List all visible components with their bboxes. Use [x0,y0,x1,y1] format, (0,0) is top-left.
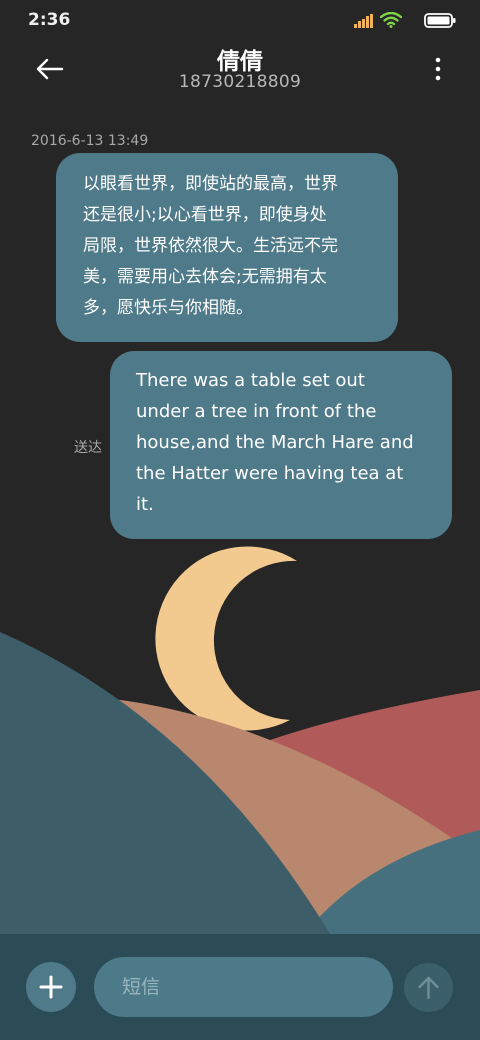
wifi-icon [380,12,402,28]
delivery-status: 送达 [74,440,102,456]
battery-icon [424,13,456,28]
status-time: 2:36 [28,10,71,30]
message-line: 美，需要用心去体会;无需拥有太 [83,267,327,287]
received-message-bubble[interactable]: 以眼看世界，即使站的最高，世界 还是很小;以心看世界，即使身处 局限，世界依然很… [56,153,398,342]
sent-message-bubble[interactable]: There was a table set out under a tree i… [110,351,452,539]
moon-shape [155,546,297,731]
message-line: 局限，世界依然很大。生活远不完 [83,236,338,256]
contact-name: 倩倩 [217,49,263,75]
add-attachment-button[interactable] [26,962,76,1012]
message-timestamp: 2016-6-13 13:49 [31,133,149,149]
status-bar: 2:36 [0,0,480,40]
message-line: 多，愿快乐与你相随。 [83,298,253,318]
message-line: 以眼看世界，即使站的最高，世界 [83,174,338,194]
message-line: the Hatter were having tea at [136,463,404,484]
arrow-up-icon [418,976,439,1000]
message-line: 还是很小;以心看世界，即使身处 [83,205,327,225]
wallpaper-illustration [0,546,480,940]
more-vertical-icon[interactable] [434,56,442,82]
message-line: it. [136,494,154,515]
message-line: house,and the March Hare and [136,432,414,453]
message-input[interactable] [94,957,393,1017]
plus-icon [39,975,63,999]
contact-phone-number: 18730218809 [178,72,302,92]
signal-icon [354,14,373,28]
send-button[interactable] [404,963,453,1012]
status-icons [336,12,456,30]
message-line: under a tree in front of the [136,401,377,422]
message-line: There was a table set out [136,370,365,391]
